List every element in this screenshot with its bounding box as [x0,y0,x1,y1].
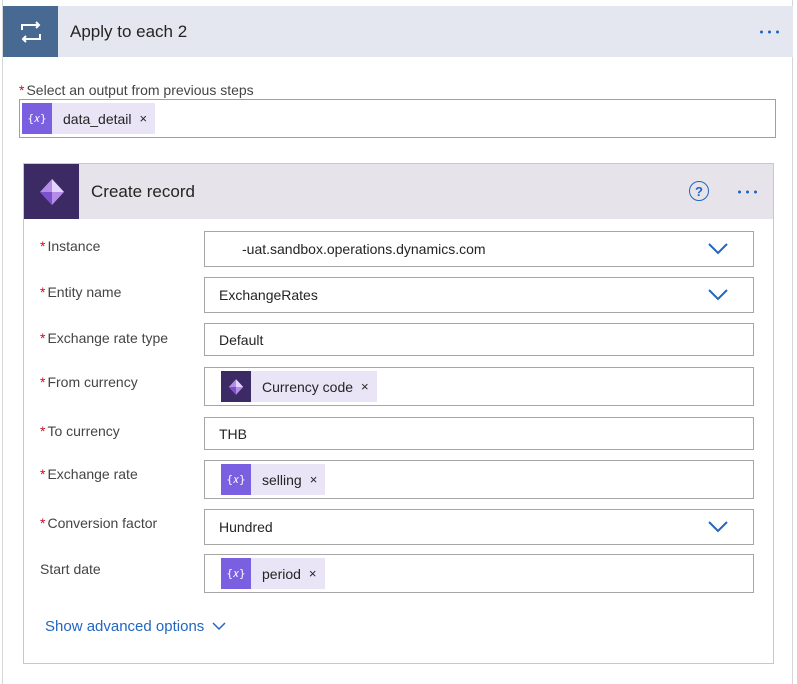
exchange-rate-type-input[interactable]: Default [204,323,754,356]
token-label: selling [262,471,302,488]
token-label: data_detail [63,110,132,127]
chevron-down-icon[interactable] [707,520,729,534]
chevron-down-icon[interactable] [707,242,729,256]
advanced-options-label: Show advanced options [45,618,205,635]
remove-token-icon[interactable]: × [361,379,377,394]
help-circle-icon[interactable]: ? [689,181,709,201]
to-currency-value: THB [219,425,247,442]
instance-label: * Instance [40,238,101,254]
from-currency-input[interactable]: Currency code × [204,367,754,406]
to-currency-input[interactable]: THB [204,417,754,450]
instance-value: -uat.sandbox.operations.dynamics.com [242,241,486,257]
variable-icon: {𝑥} [221,558,251,589]
apply-to-each-title[interactable]: Apply to each 2 [70,22,187,42]
exchange-rate-type-value: Default [219,331,264,348]
action-more-options-icon[interactable] [738,190,757,193]
remove-token-icon[interactable]: × [310,472,326,487]
conversion-factor-label: * Conversion factor [40,515,158,531]
period-token[interactable]: {𝑥} period × [221,558,325,589]
variable-icon: {𝑥} [221,464,251,495]
create-record-header[interactable]: Create record ? [24,164,773,219]
exchange-rate-type-label: * Exchange rate type [40,330,169,346]
chevron-down-icon[interactable] [707,288,729,302]
chevron-down-icon [212,622,226,631]
create-record-card: Create record ? * Instance -uat.sandbox.o… [23,163,774,664]
select-output-label: * Select an output from previous steps [19,82,254,98]
from-currency-label: * From currency [40,374,138,390]
apply-to-each-container: Apply to each 2 * Select an output from p… [2,0,793,684]
start-date-input[interactable]: {𝑥} period × [204,554,754,593]
create-record-title[interactable]: Create record [91,182,195,202]
entity-name-label: * Entity name [40,284,122,300]
show-advanced-options-link[interactable]: Show advanced options [45,618,226,635]
dynamics-365-icon [221,371,251,402]
exchange-rate-label: * Exchange rate [40,466,138,482]
start-date-label: Start date [40,561,101,577]
token-label: period [262,565,301,582]
loop-arrows-icon [3,6,58,57]
required-marker: * [19,82,25,98]
entity-name-value: ExchangeRates [219,287,318,303]
remove-token-icon[interactable]: × [309,566,325,581]
entity-name-dropdown[interactable]: ExchangeRates [204,277,754,313]
currency-code-token[interactable]: Currency code × [221,371,377,402]
conversion-factor-dropdown[interactable]: Hundred [204,509,754,545]
instance-dropdown[interactable]: -uat.sandbox.operations.dynamics.com [204,231,754,267]
selling-token[interactable]: {𝑥} selling × [221,464,326,495]
to-currency-label: * To currency [40,423,120,439]
token-label: Currency code [262,378,354,395]
data-detail-token[interactable]: {𝑥} data_detail × [22,103,156,134]
select-output-input[interactable]: {𝑥} data_detail × [19,99,776,138]
exchange-rate-input[interactable]: {𝑥} selling × [204,460,754,499]
dynamics-365-icon [24,164,79,219]
apply-to-each-header[interactable]: Apply to each 2 [3,6,793,57]
variable-icon: {𝑥} [22,103,52,134]
remove-token-icon[interactable]: × [140,111,156,126]
conversion-factor-value: Hundred [219,519,273,535]
loop-more-options-icon[interactable] [760,30,779,33]
